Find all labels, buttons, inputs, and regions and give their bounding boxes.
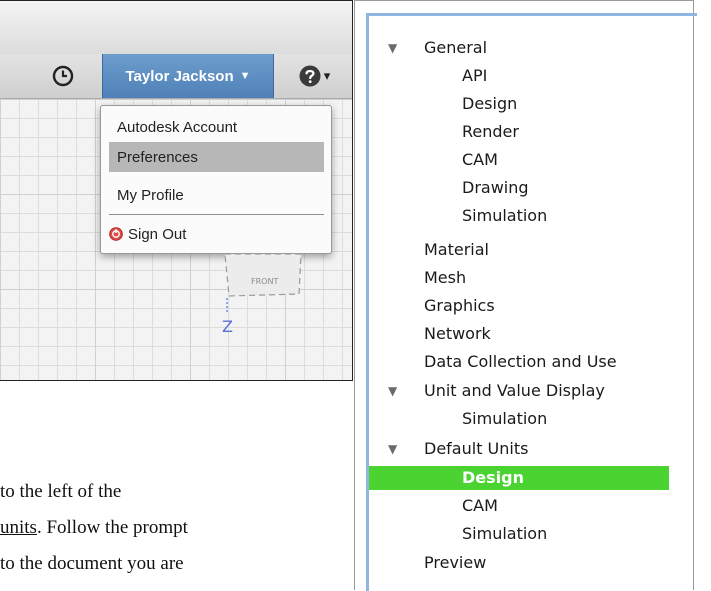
- instruction-text-line-2: units. Follow the prompt: [0, 517, 188, 539]
- clock-icon-glyph: [52, 65, 74, 87]
- tree-item-general-simulation[interactable]: Simulation: [462, 202, 547, 230]
- help-button[interactable]: ▾: [290, 62, 338, 90]
- units-link[interactable]: units: [0, 517, 37, 538]
- expanded-triangle-icon[interactable]: ▼: [388, 34, 400, 62]
- clock-icon[interactable]: [49, 62, 77, 90]
- tree-item-default-units-design[interactable]: Design: [462, 464, 524, 492]
- tree-item-general-design[interactable]: Design: [462, 90, 517, 118]
- user-dropdown-menu: Autodesk Account Preferences My Profile …: [100, 105, 332, 254]
- help-chevron-down-icon: ▾: [323, 68, 331, 84]
- instruction-text-line-1: to the left of the: [0, 481, 122, 502]
- chevron-down-icon: ▼: [239, 70, 251, 82]
- app-screenshot: Taylor Jackson ▼ ▾ Autodesk Account Pref…: [0, 0, 353, 381]
- z-axis-label: Z: [222, 317, 233, 336]
- menu-item-autodesk-account[interactable]: Autodesk Account: [109, 112, 324, 142]
- sign-out-label: Sign Out: [128, 225, 187, 243]
- top-bar: [0, 1, 352, 55]
- menu-item-sign-out[interactable]: Sign Out: [105, 219, 320, 249]
- menu-item-my-profile[interactable]: My Profile: [109, 180, 324, 210]
- user-name-label: Taylor Jackson: [125, 67, 234, 85]
- tree-item-data-collection[interactable]: Data Collection and Use: [424, 348, 617, 376]
- tree-item-unit-display-simulation[interactable]: Simulation: [462, 405, 547, 433]
- instruction-text-post: . Follow the prompt: [36, 517, 188, 538]
- viewcube-face-label: FRONT: [251, 277, 278, 286]
- tree-item-general-cam[interactable]: CAM: [462, 146, 498, 174]
- tree-item-render[interactable]: Render: [462, 118, 519, 146]
- preferences-tree-panel: [354, 0, 697, 591]
- menu-divider: [109, 214, 324, 215]
- tree-item-graphics[interactable]: Graphics: [424, 292, 495, 320]
- user-account-button[interactable]: Taylor Jackson ▼: [102, 54, 274, 98]
- preferences-tree-focus-border: [366, 13, 697, 591]
- tree-item-default-units[interactable]: Default Units: [424, 435, 528, 463]
- expanded-triangle-icon[interactable]: ▼: [388, 435, 400, 463]
- menu-item-preferences[interactable]: Preferences: [109, 142, 324, 172]
- expanded-triangle-icon[interactable]: ▼: [388, 377, 400, 405]
- instruction-text-line-3: to the document you are: [0, 553, 184, 574]
- tree-item-api[interactable]: API: [462, 62, 487, 90]
- tree-item-default-units-cam[interactable]: CAM: [462, 492, 498, 520]
- sign-out-icon: [109, 227, 123, 241]
- tree-item-drawing[interactable]: Drawing: [462, 174, 529, 202]
- tree-item-network[interactable]: Network: [424, 320, 491, 348]
- tree-item-preview[interactable]: Preview: [424, 549, 486, 577]
- tree-item-general[interactable]: General: [424, 34, 487, 62]
- tree-item-unit-and-value-display[interactable]: Unit and Value Display: [424, 377, 605, 405]
- tree-item-material[interactable]: Material: [424, 236, 489, 264]
- tree-item-default-units-simulation[interactable]: Simulation: [462, 520, 547, 548]
- tree-item-mesh[interactable]: Mesh: [424, 264, 466, 292]
- question-mark-icon: [299, 65, 321, 87]
